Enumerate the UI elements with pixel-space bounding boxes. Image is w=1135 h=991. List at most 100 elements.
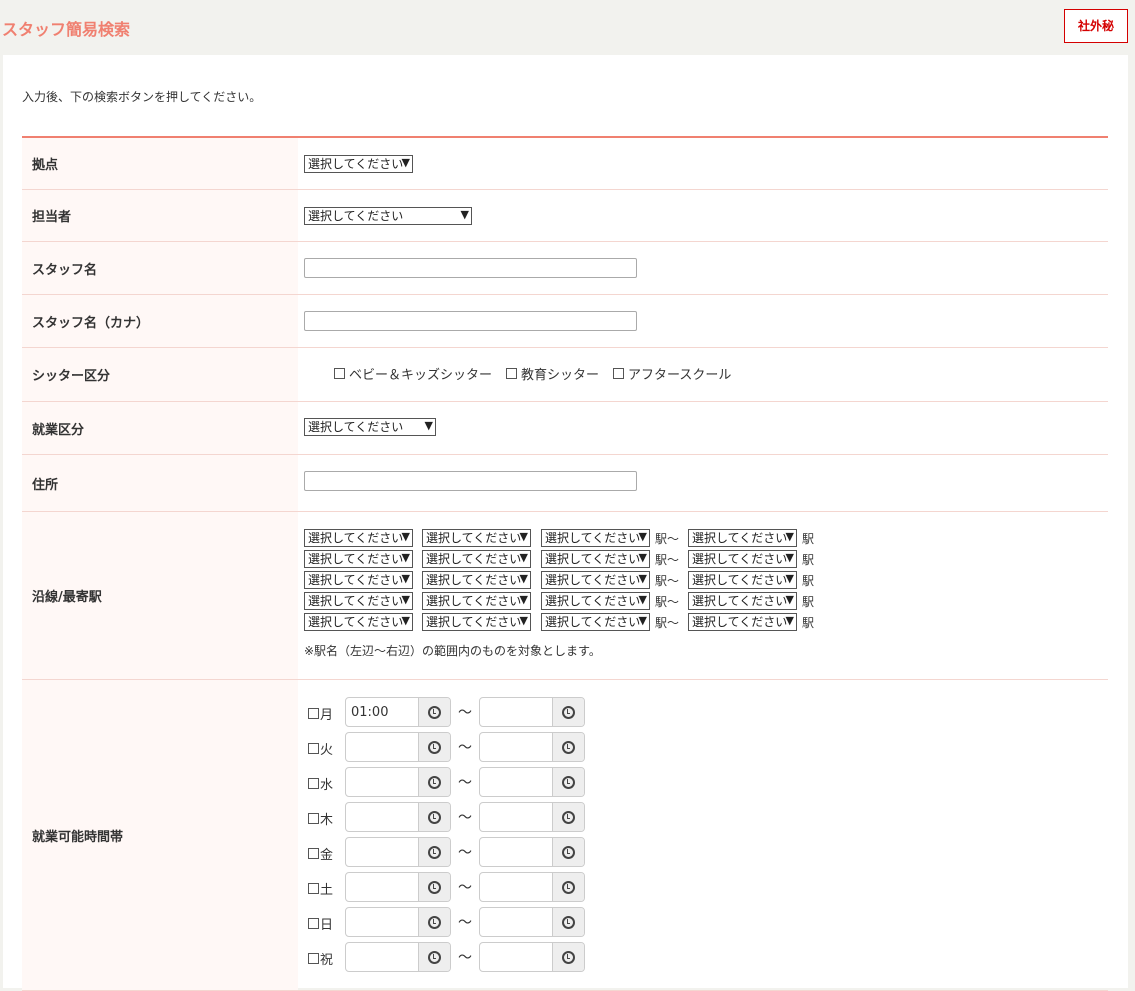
day-label: 土 xyxy=(320,883,334,898)
address-input[interactable] xyxy=(304,471,637,491)
line-detail-select[interactable]: 選択してください ▼ xyxy=(422,571,531,589)
manager-select[interactable]: 選択してください ▼ xyxy=(304,207,472,225)
clock-button[interactable] xyxy=(418,908,450,936)
clock-button[interactable] xyxy=(552,943,584,971)
checkbox-icon[interactable] xyxy=(506,368,518,379)
checkbox-icon[interactable] xyxy=(334,368,345,379)
time-from-input[interactable] xyxy=(345,802,451,832)
time-from-input[interactable] xyxy=(345,767,451,797)
station-to-select[interactable]: 選択してください ▼ xyxy=(688,613,797,631)
time-to-input[interactable] xyxy=(479,872,585,902)
clock-icon xyxy=(562,740,575,754)
clock-button[interactable] xyxy=(418,733,450,761)
time-to-input[interactable] xyxy=(479,802,585,832)
clock-button[interactable] xyxy=(418,803,450,831)
staff-name-input[interactable] xyxy=(304,258,637,278)
time-to-input[interactable] xyxy=(479,837,585,867)
clock-button[interactable] xyxy=(552,908,584,936)
checkbox-icon[interactable] xyxy=(308,778,319,789)
clock-button[interactable] xyxy=(552,873,584,901)
address-label: 住所 xyxy=(22,455,298,511)
time-to-input[interactable] xyxy=(479,767,585,797)
checkbox-icon[interactable] xyxy=(613,368,625,379)
clock-button[interactable] xyxy=(552,698,584,726)
line-select[interactable]: 選択してください ▼ xyxy=(304,529,413,547)
station-to-select[interactable]: 選択してください ▼ xyxy=(688,592,797,610)
clock-button[interactable] xyxy=(418,838,450,866)
station-to-suffix: 駅 xyxy=(802,574,815,588)
line-detail-select[interactable]: 選択してください ▼ xyxy=(422,592,531,610)
line-select[interactable]: 選択してください ▼ xyxy=(304,592,413,610)
station-to-select[interactable]: 選択してください ▼ xyxy=(688,571,797,589)
station-from-select[interactable]: 選択してください ▼ xyxy=(541,550,650,568)
clock-button[interactable] xyxy=(552,838,584,866)
page-header: スタッフ簡易検索 社外秘 xyxy=(0,0,1135,55)
instruction-text: 入力後、下の検索ボタンを押してください。 xyxy=(22,90,262,104)
clock-icon xyxy=(428,950,441,964)
checkbox-icon[interactable] xyxy=(308,953,319,964)
staff-name-label: スタッフ名 xyxy=(22,242,298,294)
hours-row: 水～ xyxy=(304,767,604,797)
checkbox-icon[interactable] xyxy=(308,708,319,719)
sitter-option-afterschool[interactable]: アフタースクール xyxy=(613,364,731,383)
clock-button[interactable] xyxy=(418,943,450,971)
day-checkbox[interactable]: 日 xyxy=(308,914,333,933)
time-to-input[interactable] xyxy=(479,907,585,937)
station-from-suffix: 駅～ xyxy=(655,595,680,609)
line-detail-select[interactable]: 選択してください ▼ xyxy=(422,613,531,631)
line-select[interactable]: 選択してください ▼ xyxy=(304,613,413,631)
day-checkbox[interactable]: 木 xyxy=(308,809,333,828)
time-from-input[interactable]: 01:00 xyxy=(345,697,451,727)
checkbox-icon[interactable] xyxy=(308,743,319,754)
clock-button[interactable] xyxy=(418,768,450,796)
checkbox-icon[interactable] xyxy=(308,883,319,894)
sitter-option-baby[interactable]: ベビー＆キッズシッター xyxy=(334,364,492,383)
day-label: 木 xyxy=(320,813,334,828)
chevron-down-icon: ▼ xyxy=(401,156,410,169)
chevron-down-icon: ▼ xyxy=(401,593,410,606)
clock-button[interactable] xyxy=(552,803,584,831)
time-from-input[interactable] xyxy=(345,872,451,902)
time-from-input[interactable] xyxy=(345,907,451,937)
clock-icon xyxy=(428,740,441,754)
station-from-select[interactable]: 選択してください ▼ xyxy=(541,613,650,631)
clock-button[interactable] xyxy=(418,873,450,901)
line-detail-select[interactable]: 選択してください ▼ xyxy=(422,529,531,547)
line-select[interactable]: 選択してください ▼ xyxy=(304,550,413,568)
day-checkbox[interactable]: 火 xyxy=(308,739,333,758)
time-from-input[interactable] xyxy=(345,837,451,867)
clock-button[interactable] xyxy=(552,768,584,796)
station-from-select[interactable]: 選択してください ▼ xyxy=(541,592,650,610)
staff-kana-input[interactable] xyxy=(304,311,637,331)
employment-select[interactable]: 選択してください ▼ xyxy=(304,418,436,436)
hours-row: 木～ xyxy=(304,802,604,832)
time-to-input[interactable] xyxy=(479,732,585,762)
line-select[interactable]: 選択してください ▼ xyxy=(304,571,413,589)
time-to-input[interactable] xyxy=(479,697,585,727)
range-tilde: ～ xyxy=(458,705,472,721)
day-checkbox[interactable]: 水 xyxy=(308,774,333,793)
clock-button[interactable] xyxy=(418,698,450,726)
line-detail-select[interactable]: 選択してください ▼ xyxy=(422,550,531,568)
station-from-select[interactable]: 選択してください ▼ xyxy=(541,571,650,589)
station-to-select[interactable]: 選択してください ▼ xyxy=(688,529,797,547)
time-from-input[interactable] xyxy=(345,942,451,972)
clock-icon xyxy=(562,915,575,929)
checkbox-icon[interactable] xyxy=(308,918,319,929)
clock-button[interactable] xyxy=(552,733,584,761)
sitter-option-education[interactable]: 教育シッター xyxy=(506,364,599,383)
checkbox-icon[interactable] xyxy=(308,848,319,859)
time-to-input[interactable] xyxy=(479,942,585,972)
clock-icon xyxy=(428,705,441,719)
station-to-suffix: 駅 xyxy=(802,553,815,567)
day-checkbox[interactable]: 金 xyxy=(308,844,333,863)
checkbox-icon[interactable] xyxy=(308,813,319,824)
day-checkbox[interactable]: 土 xyxy=(308,879,333,898)
base-select[interactable]: 選択してください ▼ xyxy=(304,155,413,173)
day-checkbox[interactable]: 月 xyxy=(308,704,333,723)
station-to-select[interactable]: 選択してください ▼ xyxy=(688,550,797,568)
station-from-select[interactable]: 選択してください ▼ xyxy=(541,529,650,547)
time-from-input[interactable] xyxy=(345,732,451,762)
day-checkbox[interactable]: 祝 xyxy=(308,949,333,968)
chevron-down-icon: ▼ xyxy=(785,530,794,543)
